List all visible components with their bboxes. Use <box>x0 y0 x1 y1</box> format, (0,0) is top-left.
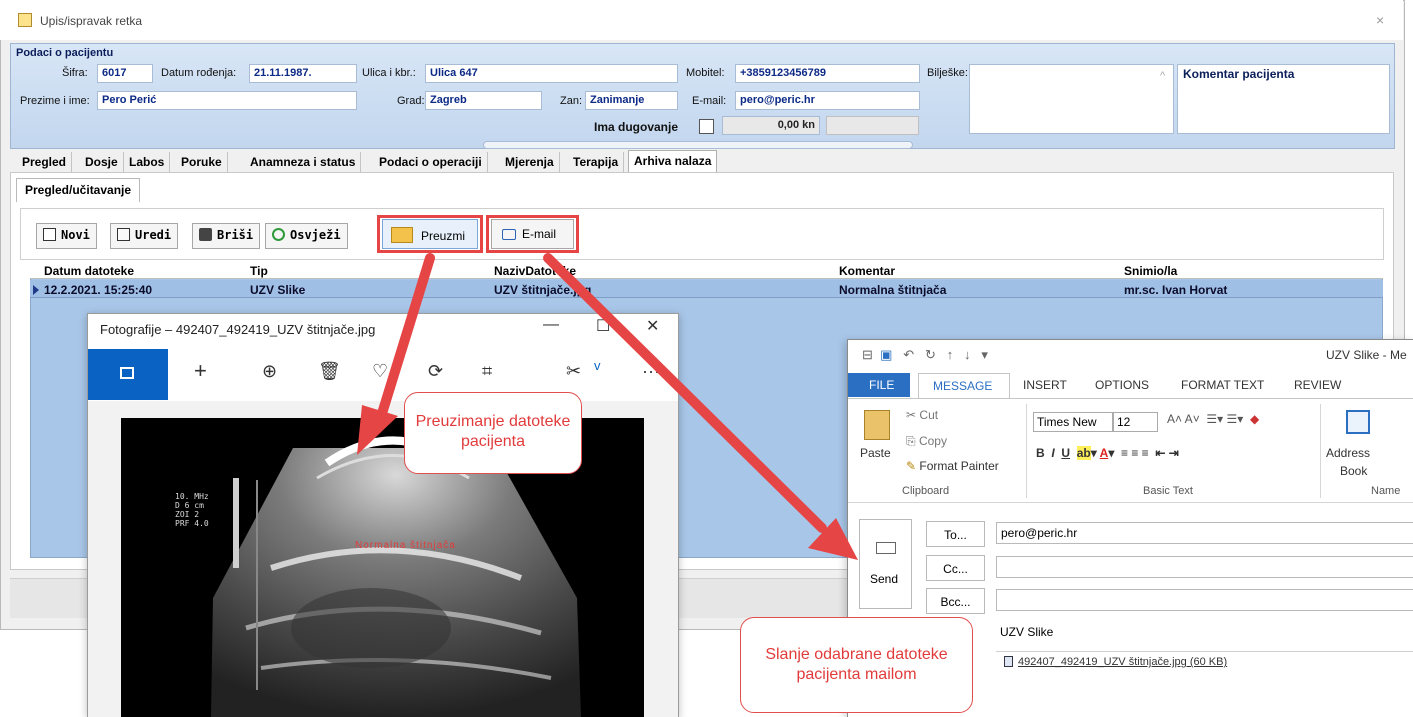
arrows-overlay <box>357 253 858 560</box>
arrow-download-head <box>357 405 398 455</box>
arrow-email <box>543 253 827 533</box>
download-callout: Preuzimanje datoteke pacijenta <box>404 392 582 474</box>
email-callout: Slanje odabrane datoteke pacijenta mailo… <box>740 617 973 713</box>
